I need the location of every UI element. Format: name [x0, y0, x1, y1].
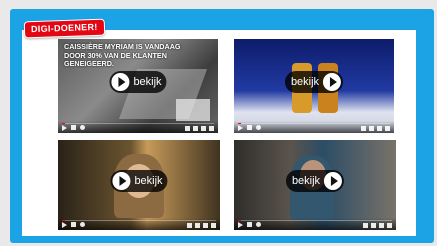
player-controls [234, 218, 396, 230]
play-small-icon[interactable] [238, 125, 243, 131]
video-player-4[interactable]: bekijk [234, 140, 396, 230]
video-player-3[interactable]: bekijk [58, 140, 220, 230]
player-controls [58, 121, 218, 133]
volume-icon[interactable] [256, 222, 261, 227]
fullscreen-icon[interactable] [387, 223, 392, 228]
play-small-icon[interactable] [62, 222, 67, 228]
volume-icon[interactable] [256, 125, 261, 130]
play-label: bekijk [134, 175, 163, 188]
scene-shape [176, 99, 210, 121]
play-icon [112, 172, 131, 191]
settings-icon[interactable] [361, 126, 366, 131]
cc-icon[interactable] [193, 126, 198, 131]
progress-bar[interactable] [238, 122, 390, 124]
miniplayer-icon[interactable] [377, 126, 382, 131]
play-label: bekijk [290, 76, 320, 89]
play-icon [111, 73, 130, 92]
play-icon [323, 73, 342, 92]
cc-icon[interactable] [369, 126, 374, 131]
play-button[interactable]: bekijk [110, 170, 168, 193]
settings-icon[interactable] [187, 223, 192, 228]
play-label: bekijk [133, 76, 162, 89]
cc-icon[interactable] [195, 223, 200, 228]
next-icon[interactable] [247, 125, 252, 130]
cc-icon[interactable] [371, 223, 376, 228]
video-player-2[interactable]: bekijk [234, 39, 394, 133]
play-button[interactable]: bekijk [285, 170, 345, 193]
progress-bar[interactable] [62, 122, 214, 124]
fullscreen-icon[interactable] [385, 126, 390, 131]
next-icon[interactable] [247, 222, 252, 227]
video-caption: Caissière Myriam is vandaag door 30% van… [64, 42, 212, 69]
progress-bar[interactable] [238, 219, 392, 221]
play-small-icon[interactable] [238, 222, 243, 228]
settings-icon[interactable] [363, 223, 368, 228]
play-icon [324, 172, 343, 191]
miniplayer-icon[interactable] [379, 223, 384, 228]
fullscreen-icon[interactable] [209, 126, 214, 131]
play-button[interactable]: bekijk [109, 71, 167, 94]
next-icon[interactable] [71, 222, 76, 227]
next-icon[interactable] [71, 125, 76, 130]
play-button[interactable]: bekijk [284, 71, 344, 94]
player-controls [58, 218, 220, 230]
fullscreen-icon[interactable] [211, 223, 216, 228]
volume-icon[interactable] [80, 125, 85, 130]
digi-doener-badge: DIGI-DOENER! [23, 18, 105, 39]
settings-icon[interactable] [185, 126, 190, 131]
play-small-icon[interactable] [62, 125, 67, 131]
miniplayer-icon[interactable] [203, 223, 208, 228]
player-controls [234, 121, 394, 133]
play-label: bekijk [291, 175, 321, 188]
miniplayer-icon[interactable] [201, 126, 206, 131]
progress-bar[interactable] [62, 219, 216, 221]
video-player-1[interactable]: Caissière Myriam is vandaag door 30% van… [58, 39, 218, 133]
caption-line: geneigeerd. [64, 59, 114, 68]
volume-icon[interactable] [80, 222, 85, 227]
